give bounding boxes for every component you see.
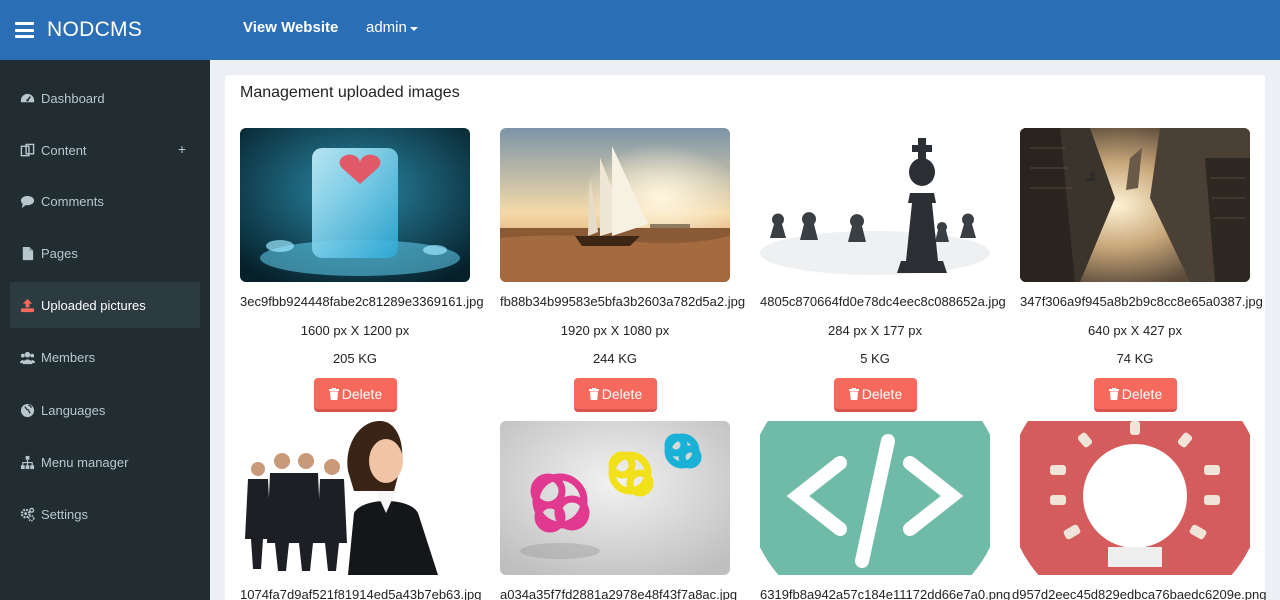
image-thumbnail[interactable]: [1020, 128, 1250, 282]
3d-knots-image: [500, 421, 730, 575]
image-filename: d957d2eec45d829edbca76baedc6209e.png: [1012, 587, 1267, 600]
image-filename: 6319fb8a942a57c184e11172dd66e7a0.png: [760, 587, 1011, 600]
sidebar-item-comments[interactable]: Comments: [10, 178, 200, 224]
users-icon: [20, 350, 35, 365]
sidebar-item-label: Languages: [41, 402, 106, 418]
sidebar-item-label: Pages: [41, 245, 78, 261]
sidebar-item-members[interactable]: Members: [10, 334, 200, 380]
sidebar-item-menu-manager[interactable]: Menu manager: [10, 439, 200, 485]
file-icon: [20, 246, 35, 261]
image-size: 5 KG: [860, 351, 890, 366]
delete-button[interactable]: Delete: [314, 378, 397, 412]
image-size: 205 KG: [332, 351, 378, 366]
user-name: admin: [366, 19, 407, 36]
sidebar-item-label: Comments: [41, 193, 104, 209]
sidebar-item-label: Menu manager: [41, 454, 129, 470]
image-dimensions: 640 px X 427 px: [1088, 323, 1182, 338]
image-thumbnail[interactable]: [500, 128, 730, 282]
trash-icon: [1108, 387, 1119, 400]
delete-button[interactable]: Delete: [834, 378, 917, 412]
sidebar-item-label: Members: [41, 349, 96, 365]
sidebar: Dashboard Content + Comments Pages Uploa…: [0, 60, 210, 600]
image-dimensions: 284 px X 177 px: [828, 323, 922, 338]
sidebar-item-dashboard[interactable]: Dashboard: [10, 75, 200, 121]
sidebar-item-label: Settings: [41, 506, 88, 522]
image-thumbnail[interactable]: [240, 128, 470, 282]
brand-name[interactable]: NODCMS: [47, 18, 142, 42]
delete-button[interactable]: Delete: [1094, 378, 1177, 412]
lightbulb-icon-image: [1020, 421, 1250, 575]
page-title: Management uploaded images: [240, 84, 460, 101]
user-menu[interactable]: admin: [366, 19, 418, 36]
top-navbar: NODCMS View Website admin: [0, 0, 1280, 60]
image-filename: a034a35f7fd2881a2978e48f43f7a8ac.jpg: [500, 587, 738, 600]
chess-image: [760, 128, 990, 282]
content-icon: [20, 143, 35, 158]
delete-button[interactable]: Delete: [574, 378, 657, 412]
image-size: 74 KG: [1116, 351, 1154, 366]
sidebar-item-pages[interactable]: Pages: [10, 230, 200, 276]
sailboat-image: [500, 128, 730, 282]
sidebar-item-content[interactable]: Content +: [10, 127, 200, 173]
image-dimensions: 1920 px X 1080 px: [560, 323, 670, 338]
globe-icon: [20, 403, 35, 418]
dashboard-icon: [20, 91, 35, 106]
image-thumbnail[interactable]: [500, 421, 730, 575]
image-filename: 4805c870664fd0e78dc4eec8c088652a.jpg: [760, 294, 1006, 309]
delete-label: Delete: [341, 385, 383, 402]
trash-icon: [848, 387, 859, 400]
delete-label: Delete: [601, 385, 643, 402]
sidebar-item-uploaded-pictures[interactable]: Uploaded pictures: [10, 282, 200, 328]
caret-down-icon: [409, 27, 418, 31]
skyscrapers-image: [1020, 128, 1250, 282]
ice-heart-image: [240, 128, 470, 282]
sidebar-item-label: Content: [41, 142, 87, 158]
cogs-icon: [20, 507, 35, 522]
image-filename: 3ec9fbb924448fabe2c81289e3369161.jpg: [240, 294, 484, 309]
hamburger-menu-icon[interactable]: [15, 22, 34, 38]
sitemap-icon: [20, 455, 35, 470]
delete-label: Delete: [861, 385, 903, 402]
upload-icon: [20, 298, 35, 313]
image-filename: 347f306a9f945a8b2b9c8cc8e65a0387.jpg: [1020, 294, 1263, 309]
image-filename: 1074fa7d9af521f81914ed5a43b7eb63.jpg: [240, 587, 482, 600]
trash-icon: [328, 387, 339, 400]
sidebar-item-label: Dashboard: [41, 90, 105, 106]
brand: NODCMS: [0, 0, 210, 60]
image-thumbnail[interactable]: [760, 128, 990, 282]
image-thumbnail[interactable]: [240, 421, 470, 575]
view-website-link[interactable]: View Website: [243, 19, 338, 36]
image-filename: fb88b34b99583e5bfa3b2603a782d5a2.jpg: [500, 294, 746, 309]
sidebar-item-languages[interactable]: Languages: [10, 387, 200, 433]
business-people-image: [240, 421, 470, 575]
code-icon-image: [760, 421, 990, 575]
comment-icon: [20, 194, 35, 209]
sidebar-item-label: Uploaded pictures: [41, 297, 146, 313]
image-size: 244 KG: [592, 351, 638, 366]
delete-label: Delete: [1121, 385, 1163, 402]
image-thumbnail[interactable]: [760, 421, 990, 575]
image-thumbnail[interactable]: [1020, 421, 1250, 575]
trash-icon: [588, 387, 599, 400]
image-dimensions: 1600 px X 1200 px: [300, 323, 410, 338]
sidebar-item-settings[interactable]: Settings: [10, 491, 200, 537]
expand-plus-icon[interactable]: +: [178, 141, 186, 157]
